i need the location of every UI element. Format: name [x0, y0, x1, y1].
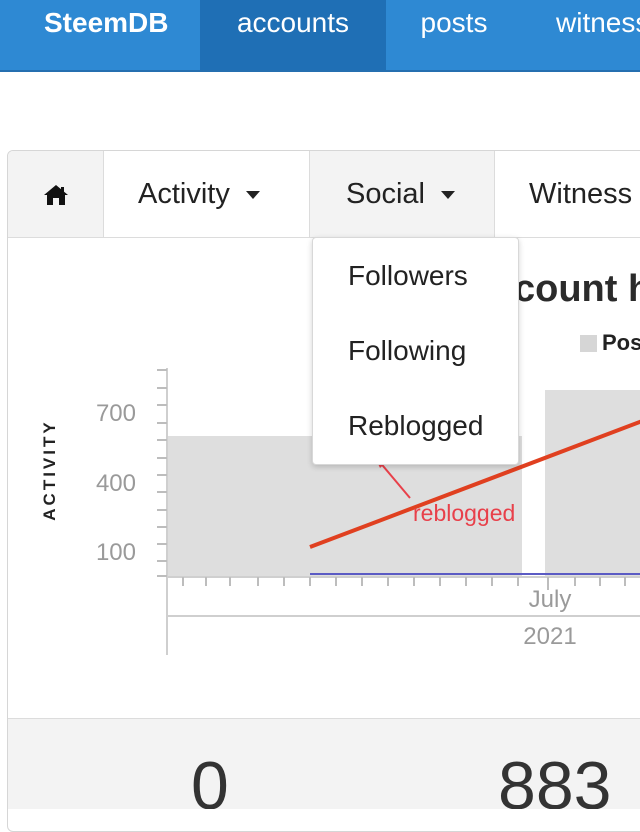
stat-value: 0	[191, 748, 229, 809]
social-dropdown-menu: Followers Following Reblogged	[312, 237, 519, 465]
chart-bar[interactable]	[545, 390, 640, 576]
menu-item-following[interactable]: Following	[348, 335, 466, 367]
annotation-label: reblogged	[413, 500, 516, 526]
y-tick-label: 100	[96, 539, 136, 566]
y-axis-ticks	[157, 369, 167, 577]
stats-row: 0 883	[8, 718, 640, 809]
x-tick-label-year: 2021	[523, 623, 576, 650]
menu-item-reblogged[interactable]: Reblogged	[348, 410, 483, 442]
y-tick-label: 400	[96, 470, 136, 497]
menu-item-followers[interactable]: Followers	[348, 260, 468, 292]
x-tick-label-month: July	[529, 586, 572, 613]
stat-value: 883	[498, 748, 612, 809]
y-tick-label: 700	[96, 400, 136, 427]
